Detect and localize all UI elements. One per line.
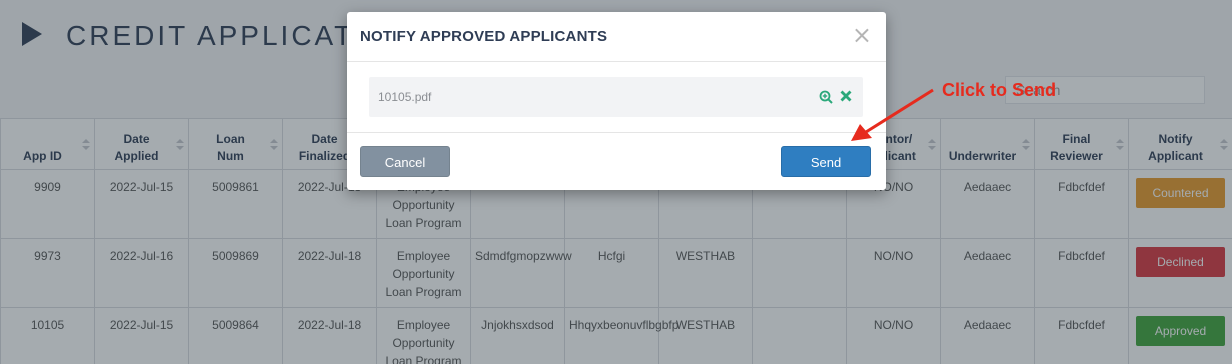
notify-approved-applicants-dialog: NOTIFY APPROVED APPLICANTS × 10105.pdf C… bbox=[347, 12, 886, 190]
send-button[interactable]: Send bbox=[781, 146, 871, 177]
zoom-in-icon[interactable] bbox=[819, 90, 833, 104]
modal-header: NOTIFY APPROVED APPLICANTS × bbox=[347, 12, 886, 62]
modal-title: NOTIFY APPROVED APPLICANTS bbox=[360, 28, 608, 45]
attachment-file-name: 10105.pdf bbox=[378, 90, 432, 104]
remove-attachment-icon[interactable] bbox=[839, 89, 853, 103]
cancel-button[interactable]: Cancel bbox=[360, 146, 450, 177]
click-to-send-annotation: Click to Send bbox=[942, 80, 1057, 100]
modal-body: 10105.pdf bbox=[347, 63, 886, 133]
attachment-row: 10105.pdf bbox=[369, 77, 863, 117]
close-icon[interactable]: × bbox=[852, 23, 872, 47]
